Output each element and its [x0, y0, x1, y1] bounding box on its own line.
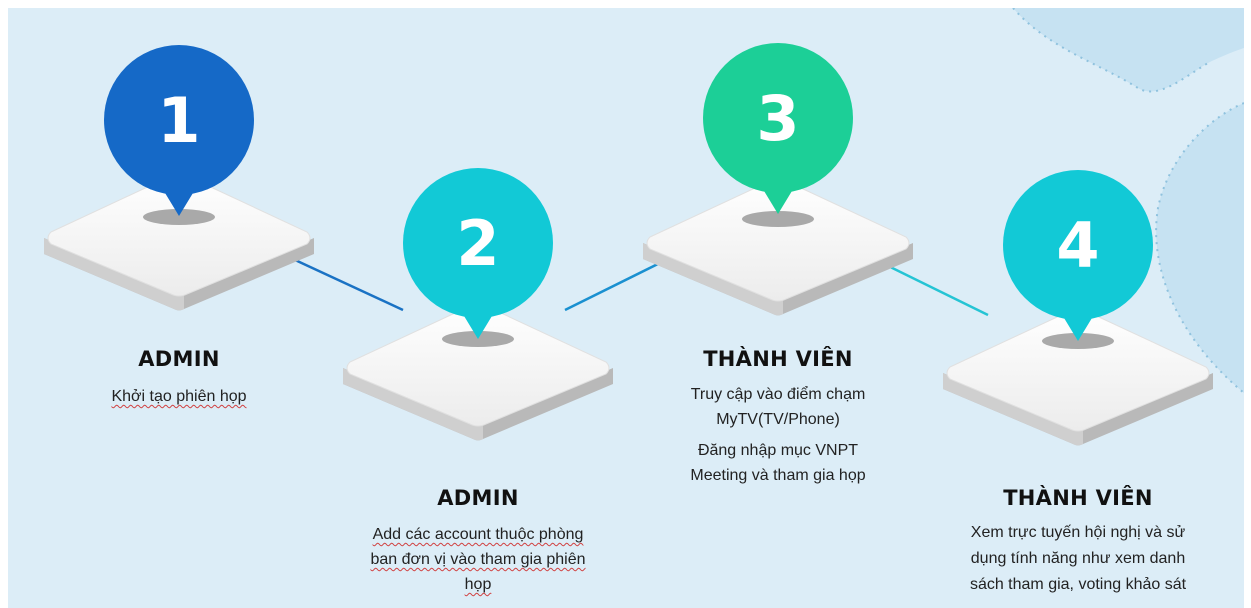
step-2-line-2: ban đơn vị vào tham gia phiên [370, 551, 586, 568]
diagram-graphics: 1 2 3 4 [43, 8, 1244, 446]
step-4-number: 4 [1056, 209, 1099, 282]
step-2-description: Add các account thuộc phòng ban đơn vị v… [338, 522, 618, 597]
step-2-line-1: Add các account thuộc phòng [372, 526, 584, 543]
step-1-pin: 1 [104, 45, 254, 216]
step-3-line-3: Đăng nhập mục VNPT [697, 442, 859, 459]
step-3-line-1: Truy cập vào điểm chạm [690, 386, 866, 403]
step-2-pin: 2 [403, 168, 553, 339]
step-3-description: Truy cập vào điểm chạm MyTV(TV/Phone) Đă… [648, 382, 908, 488]
step-3-pin: 3 [703, 43, 853, 214]
step-4-pin: 4 [1003, 170, 1153, 341]
step-3-line-2: MyTV(TV/Phone) [716, 411, 840, 428]
step-1-title: ADMIN [138, 347, 220, 371]
step-1-description: Khởi tạo phiên họp [49, 384, 309, 415]
step-4-description: Xem trực tuyến hội nghị và sử dụng tính … [938, 520, 1218, 598]
step-2-number: 2 [456, 207, 499, 280]
step-4-title: THÀNH VIÊN [1003, 486, 1153, 510]
step-3-number: 3 [756, 82, 799, 155]
step-3-title: THÀNH VIÊN [703, 347, 853, 371]
step-2-title: ADMIN [437, 486, 519, 510]
step-1-line-1: Khởi tạo phiên họp [111, 388, 247, 405]
step-1-number: 1 [157, 84, 200, 157]
step-4-line-2: dụng tính năng như xem danh [970, 550, 1186, 567]
step-4-line-3: sách tham gia, voting khảo sát [969, 576, 1187, 593]
step-2-line-3: họp [464, 576, 492, 593]
step-3-line-4: Meeting và tham gia họp [690, 467, 866, 484]
process-diagram: 1 2 3 4 ADMIN Khởi tạo phiên họp ADMIN A… [8, 8, 1244, 608]
step-4-line-1: Xem trực tuyến hội nghị và sử [970, 524, 1186, 541]
connector-1-2 [279, 251, 404, 312]
